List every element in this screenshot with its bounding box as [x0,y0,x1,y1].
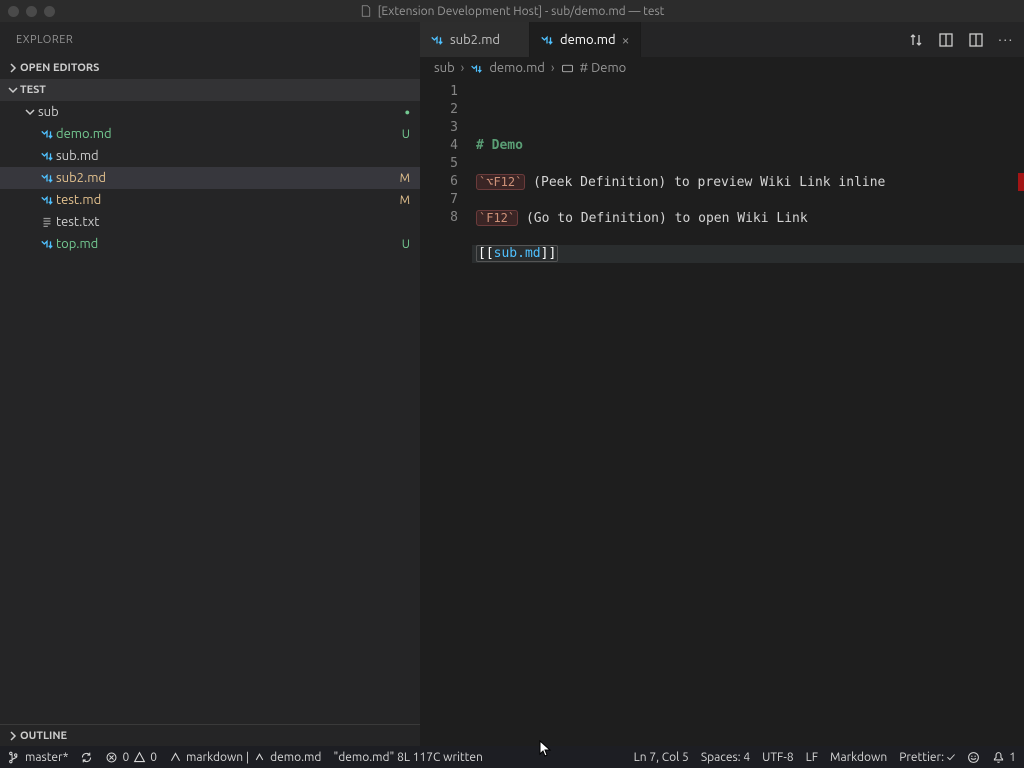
window-title: [Extension Development Host] - sub/demo.… [378,5,665,18]
markdown-icon [38,237,56,251]
folder-row[interactable]: sub● [0,101,420,123]
code-line[interactable] [472,155,1024,173]
problems[interactable]: 0 0 [105,751,157,764]
breadcrumb-separator: › [551,61,555,75]
git-status-badge: U [402,238,410,251]
branch-name: master* [25,751,68,764]
chevron-down-icon [22,107,38,117]
more-actions-icon[interactable]: ··· [998,33,1014,47]
breadcrumb-separator: › [461,61,465,75]
compare-changes-icon[interactable] [908,32,924,48]
folder-name: sub [38,105,405,119]
breadcrumbs[interactable]: sub › demo.md › # Demo [420,57,1024,79]
file-name: top.md [56,237,402,251]
code-line[interactable]: [[sub.md]] [472,245,1024,263]
close-tab-icon[interactable]: × [622,33,630,47]
split-editor-icon[interactable] [968,32,984,48]
file-row[interactable]: test.mdM [0,189,420,211]
cursor-position[interactable]: Ln 7, Col 5 [634,751,689,764]
editor-group: sub2.md demo.md × ··· sub › demo.md › [420,22,1024,746]
open-editors-header[interactable]: OPEN EDITORS [0,57,420,79]
git-status-badge: M [400,194,410,207]
indentation[interactable]: Spaces: 4 [701,751,750,764]
error-count: 0 [122,751,129,764]
chevron-down-icon [6,85,20,95]
workspace-header[interactable]: TEST [0,79,420,101]
code-line[interactable] [472,191,1024,209]
file-row[interactable]: demo.mdU [0,123,420,145]
code-line[interactable]: `⌥F12` (Peek Definition) to preview Wiki… [472,173,1024,191]
git-status-badge: ● [405,107,410,117]
text-file-icon [38,215,56,229]
explorer-title: EXPLORER [0,22,420,57]
file-name: sub.md [56,149,410,163]
tab-bar: sub2.md demo.md × ··· [420,22,1024,57]
warning-count: 0 [150,751,157,764]
tabbar-actions: ··· [898,22,1024,57]
breadcrumb-file[interactable]: demo.md [489,61,545,75]
file-name: sub2.md [56,171,400,185]
markdown-icon [38,149,56,163]
chevron-right-icon [6,731,20,741]
code-line[interactable] [472,263,1024,281]
explorer-sidebar: EXPLORER OPEN EDITORS TEST sub●demo.mdUs… [0,22,420,746]
status-mode[interactable]: markdown | demo.md [169,751,321,764]
tab-label: demo.md [560,33,616,47]
open-preview-icon[interactable] [938,32,954,48]
file-tree[interactable]: sub●demo.mdUsub.mdsub2.mdMtest.mdMtest.t… [0,101,420,724]
minimize-window-icon[interactable] [26,6,37,17]
open-editors-label: OPEN EDITORS [20,62,99,74]
file-row[interactable]: sub2.mdM [0,167,420,189]
prettier-status[interactable]: Prettier: ✓ [899,751,955,764]
sync-button[interactable] [80,751,93,764]
outline-label: OUTLINE [20,730,67,742]
git-branch[interactable]: master* [8,751,68,764]
tab-label: sub2.md [450,33,500,47]
breadcrumb-symbol[interactable]: # Demo [580,61,627,75]
code-line[interactable]: `F12` (Go to Definition) to open Wiki Li… [472,209,1024,227]
editor-tab[interactable]: sub2.md [420,22,530,57]
minimap-marker [1018,173,1024,191]
markdown-icon [38,193,56,207]
markdown-icon [38,171,56,185]
git-status-badge: M [400,172,410,185]
symbol-icon [561,62,574,75]
chevron-right-icon [6,63,20,73]
file-name: test.txt [56,215,410,229]
markdown-icon [470,62,483,75]
feedback-icon[interactable] [967,751,980,764]
status-message-text: "demo.md" 8L 117C written [333,751,482,764]
code-line[interactable]: # Demo [472,137,1024,155]
status-mode-label: markdown | [186,751,249,764]
status-bar: master* 0 0 markdown | demo.md "demo.md"… [0,746,1024,768]
markdown-icon [38,127,56,141]
zoom-window-icon[interactable] [44,6,55,17]
language-mode[interactable]: Markdown [830,751,887,764]
file-row[interactable]: sub.md [0,145,420,167]
file-name: demo.md [56,127,402,141]
status-file-label: demo.md [270,751,321,764]
outline-header[interactable]: OUTLINE [0,724,420,746]
file-icon [360,5,372,17]
close-window-icon[interactable] [8,6,19,17]
notification-count: 1 [1009,751,1016,764]
breadcrumb-folder[interactable]: sub [434,61,455,75]
code-area[interactable]: # Demo `⌥F12` (Peek Definition) to previe… [472,79,1024,746]
window-controls[interactable] [8,0,55,22]
workspace-name: TEST [20,84,46,96]
file-row[interactable]: top.mdU [0,233,420,255]
encoding[interactable]: UTF-8 [762,751,793,764]
titlebar: [Extension Development Host] - sub/demo.… [0,0,1024,22]
editor-tab[interactable]: demo.md × [530,22,641,57]
code-line[interactable] [472,227,1024,245]
text-editor[interactable]: 12345678 # Demo `⌥F12` (Peek Definition) … [420,79,1024,746]
file-row[interactable]: test.txt [0,211,420,233]
status-message: "demo.md" 8L 117C written [333,751,482,764]
file-name: test.md [56,193,400,207]
git-status-badge: U [402,128,410,141]
line-number-gutter: 12345678 [420,79,472,746]
notifications[interactable]: 1 [992,751,1016,764]
eol[interactable]: LF [806,751,818,764]
